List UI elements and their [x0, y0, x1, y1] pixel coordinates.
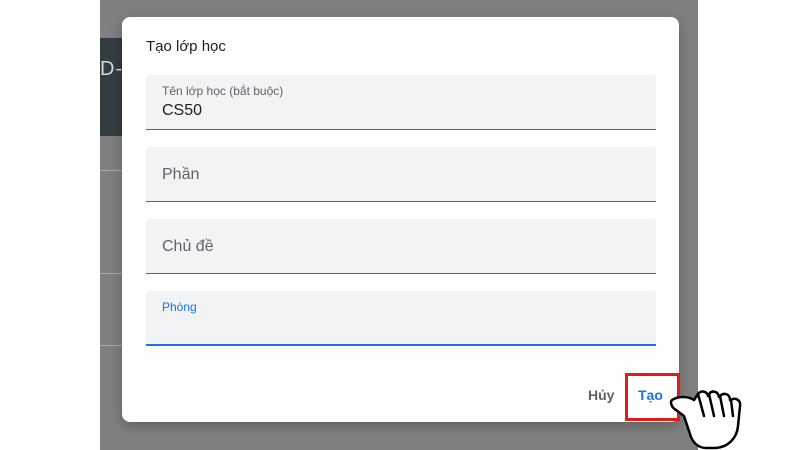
section-field[interactable]: Phần [146, 147, 656, 202]
subject-field[interactable]: Chủ đề [146, 219, 656, 274]
background-banner-text: D-V [100, 58, 122, 80]
class-name-value: CS50 [162, 102, 203, 119]
class-name-field[interactable]: Tên lớp học (bắt buộc) CS50 [146, 75, 656, 130]
pointing-hand-cursor-icon [669, 390, 742, 450]
subject-placeholder: Chủ đề [162, 238, 214, 255]
class-name-label: Tên lớp học (bắt buộc) [162, 84, 284, 98]
room-field[interactable]: Phòng [146, 291, 656, 346]
create-class-dialog: Tạo lớp học Tên lớp học (bắt buộc) CS50 … [122, 17, 680, 422]
background-divider [100, 273, 122, 274]
section-placeholder: Phần [162, 166, 200, 183]
background-divider [100, 345, 122, 346]
background-divider [100, 170, 122, 171]
page-margin-left [0, 0, 100, 450]
room-label: Phòng [162, 300, 197, 314]
dialog-title: Tạo lớp học [146, 38, 226, 55]
cancel-button[interactable]: Hủy [588, 387, 614, 403]
create-button[interactable]: Tạo [638, 387, 663, 403]
